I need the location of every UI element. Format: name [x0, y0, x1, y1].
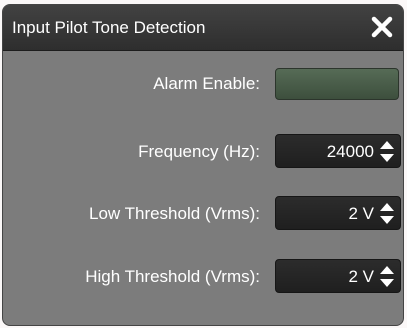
alarm-enable-toggle[interactable]: [275, 68, 399, 100]
low-threshold-increment-button[interactable]: [379, 201, 395, 213]
low-threshold-label: Low Threshold (Vrms):: [89, 204, 260, 223]
chevron-down-icon: [380, 216, 394, 224]
frequency-value: 24000: [326, 142, 374, 161]
close-icon: [371, 16, 393, 38]
dialog-title: Input Pilot Tone Detection: [12, 18, 206, 37]
chevron-down-icon: [380, 279, 394, 287]
chevron-up-icon: [380, 141, 394, 149]
pilot-tone-dialog: Input Pilot Tone Detection Alarm Enable:…: [2, 4, 404, 326]
chevron-down-icon: [380, 154, 394, 162]
high-threshold-label: High Threshold (Vrms):: [85, 267, 260, 286]
low-threshold-decrement-button[interactable]: [379, 214, 395, 226]
low-threshold-value: 2 V: [348, 204, 374, 223]
chevron-up-icon: [380, 266, 394, 274]
high-threshold-decrement-button[interactable]: [379, 277, 395, 289]
high-threshold-spinbox[interactable]: 2 V: [275, 259, 401, 293]
frequency-increment-button[interactable]: [379, 139, 395, 151]
high-threshold-increment-button[interactable]: [379, 264, 395, 276]
frequency-decrement-button[interactable]: [379, 152, 395, 164]
frequency-spinbox[interactable]: 24000: [275, 134, 401, 168]
dialog-titlebar: Input Pilot Tone Detection: [3, 5, 403, 51]
alarm-enable-label: Alarm Enable:: [153, 74, 260, 93]
frequency-label: Frequency (Hz):: [138, 142, 260, 161]
chevron-up-icon: [380, 203, 394, 211]
close-button[interactable]: [368, 13, 396, 41]
high-threshold-value: 2 V: [348, 267, 374, 286]
low-threshold-spinbox[interactable]: 2 V: [275, 196, 401, 230]
